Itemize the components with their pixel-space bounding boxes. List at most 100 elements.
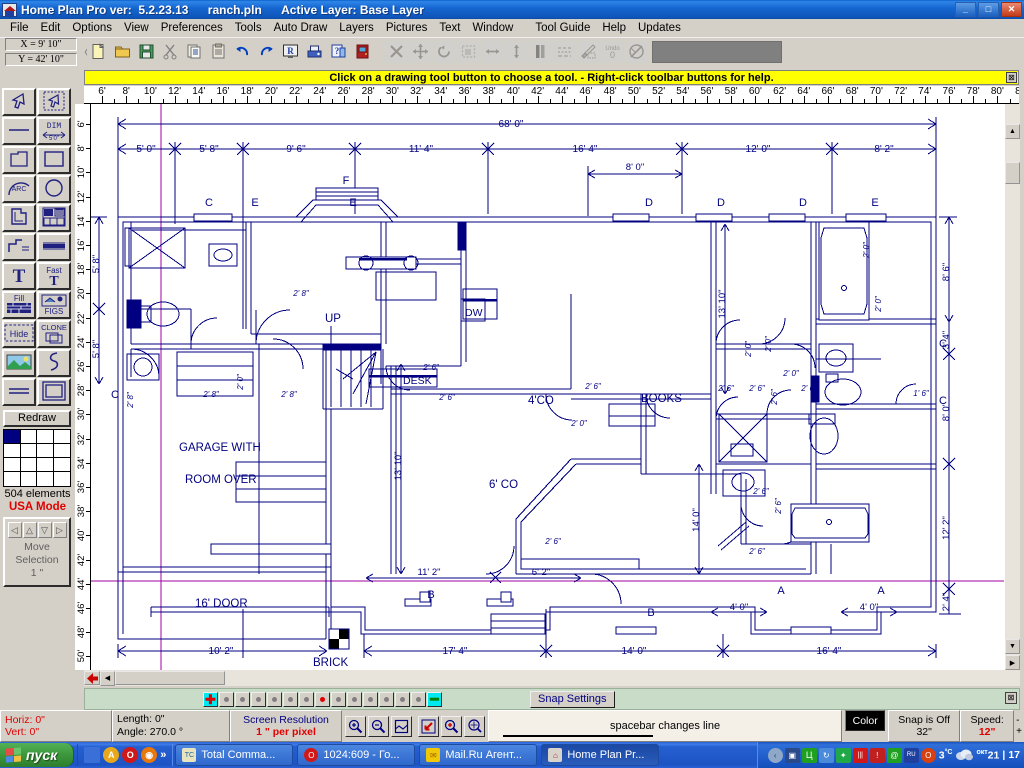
- menu-text[interactable]: Text: [433, 20, 466, 36]
- color-swatch[interactable]: [37, 444, 54, 458]
- delete-button[interactable]: [385, 41, 407, 63]
- tray-opera-icon[interactable]: O: [921, 748, 936, 763]
- tray-clock[interactable]: 17: [1008, 749, 1020, 761]
- tray-at-icon[interactable]: @: [887, 748, 902, 763]
- tool-frame[interactable]: [37, 378, 71, 406]
- floor-plan-drawing[interactable]: 68' 0": [91, 104, 1004, 670]
- color-swatch[interactable]: [4, 458, 21, 472]
- close-button[interactable]: ✕: [1001, 2, 1022, 17]
- scroll-marker-left[interactable]: [84, 671, 100, 685]
- fit-page-button[interactable]: [391, 716, 412, 737]
- line-style-preview[interactable]: spacebar changes line: [488, 710, 842, 742]
- snap-size-dot[interactable]: [219, 692, 234, 707]
- snap-decrease-button[interactable]: ━: [427, 692, 442, 707]
- menu-edit[interactable]: Edit: [35, 20, 67, 36]
- tray-update-icon[interactable]: !: [870, 748, 885, 763]
- tool-stairs[interactable]: [2, 233, 36, 261]
- drawing-canvas[interactable]: 68' 0": [91, 104, 1004, 670]
- taskbtn-home-plan-pro[interactable]: ⌂Home Plan Pr...: [541, 744, 659, 766]
- scroll-down-button[interactable]: ▼: [1005, 639, 1020, 654]
- snap-size-dot[interactable]: [411, 692, 426, 707]
- snap-size-dot[interactable]: [331, 692, 346, 707]
- taskbtn-total-commander[interactable]: TCTotal Comma...: [175, 744, 293, 766]
- speed-readout[interactable]: Speed: 12": [960, 710, 1014, 742]
- horizontal-scrollbar[interactable]: ◀: [84, 670, 1020, 686]
- tray-sync-icon[interactable]: ↻: [819, 748, 834, 763]
- zoom-in-button[interactable]: [345, 716, 366, 737]
- tool-clone[interactable]: CLONE: [37, 320, 71, 348]
- snap-size-dot[interactable]: [251, 692, 266, 707]
- snap-increase-button[interactable]: ✚: [203, 692, 218, 707]
- tray-shield-icon[interactable]: ✦: [836, 748, 851, 763]
- move-left-button[interactable]: ◁: [8, 522, 22, 538]
- taskbtn-opera[interactable]: O1024:609 - Го...: [297, 744, 415, 766]
- cut-button[interactable]: [159, 41, 181, 63]
- redraw-button[interactable]: Redraw: [3, 410, 71, 427]
- close-icon[interactable]: ⊠: [1006, 72, 1017, 83]
- new-file-button[interactable]: [87, 41, 109, 63]
- scroll-left-button[interactable]: ◀: [100, 671, 115, 686]
- menu-preferences[interactable]: Preferences: [155, 20, 229, 36]
- copy-button[interactable]: [183, 41, 205, 63]
- help-button[interactable]: ?: [327, 41, 349, 63]
- tool-select-group[interactable]: [37, 88, 71, 116]
- color-swatch[interactable]: [37, 430, 54, 444]
- move-right-button[interactable]: ▷: [53, 522, 67, 538]
- snap-settings-button[interactable]: Snap Settings: [530, 691, 615, 708]
- zoom-selection-button[interactable]: [441, 716, 462, 737]
- tray-net-icon[interactable]: ▣: [785, 748, 800, 763]
- print-button[interactable]: [303, 41, 325, 63]
- color-swatch[interactable]: [54, 472, 71, 486]
- menu-help[interactable]: Help: [596, 20, 632, 36]
- speed-minus-button[interactable]: -: [1016, 715, 1022, 726]
- register-button[interactable]: R: [279, 41, 301, 63]
- redo-button[interactable]: [255, 41, 277, 63]
- undo-button[interactable]: [231, 41, 253, 63]
- tool-circle[interactable]: [37, 175, 71, 203]
- tool-text[interactable]: T: [2, 262, 36, 290]
- rotate-button[interactable]: [433, 41, 455, 63]
- undo-zero-button[interactable]: Undo0: [601, 41, 623, 63]
- avast-icon[interactable]: A: [103, 747, 119, 763]
- wall-thickness-button[interactable]: [529, 41, 551, 63]
- start-button[interactable]: пуск: [0, 743, 74, 767]
- tool-fast-text[interactable]: FastT: [37, 262, 71, 290]
- snap-size-dot[interactable]: [347, 692, 362, 707]
- no-action-button[interactable]: [625, 41, 647, 63]
- move-up-button[interactable]: △: [23, 522, 37, 538]
- taskbtn-mailru-agent[interactable]: ✉Mail.Ru Агент...: [419, 744, 537, 766]
- tray-punto-icon[interactable]: Ц: [802, 748, 817, 763]
- show-desktop-icon[interactable]: [84, 747, 100, 763]
- tool-polygon[interactable]: [2, 146, 36, 174]
- move-button[interactable]: [409, 41, 431, 63]
- save-file-button[interactable]: [135, 41, 157, 63]
- line-style-button[interactable]: [553, 41, 575, 63]
- menu-auto-draw[interactable]: Auto Draw: [268, 20, 334, 36]
- snap-size-dot[interactable]: [267, 692, 282, 707]
- snap-size-dot[interactable]: [235, 692, 250, 707]
- open-file-button[interactable]: [111, 41, 133, 63]
- snap-state-readout[interactable]: Snap is Off 32": [888, 710, 960, 742]
- tray-equalizer-icon[interactable]: |||: [853, 748, 868, 763]
- tray-keyboard-icon[interactable]: RU: [904, 748, 919, 763]
- tool-freehand[interactable]: [37, 349, 71, 377]
- zoom-out-button[interactable]: [368, 716, 389, 737]
- color-swatch[interactable]: [54, 430, 71, 444]
- close-icon[interactable]: ⊠: [1005, 692, 1017, 704]
- color-swatch[interactable]: [37, 472, 54, 486]
- color-button[interactable]: Color: [845, 710, 885, 731]
- menu-window[interactable]: Window: [466, 20, 519, 36]
- tool-select-pointer[interactable]: [2, 88, 36, 116]
- menu-updates[interactable]: Updates: [632, 20, 687, 36]
- paint-button[interactable]: [577, 41, 599, 63]
- tool-fill[interactable]: Fill: [2, 291, 36, 319]
- paste-button[interactable]: [207, 41, 229, 63]
- color-swatch[interactable]: [21, 430, 38, 444]
- color-swatch-grid[interactable]: [3, 429, 71, 487]
- chevron-right-icon[interactable]: »: [160, 749, 166, 761]
- tool-double-line[interactable]: [2, 378, 36, 406]
- menu-tool-guide[interactable]: Tool Guide: [529, 20, 596, 36]
- snap-size-dot[interactable]: [299, 692, 314, 707]
- menu-pictures[interactable]: Pictures: [380, 20, 434, 36]
- color-swatch[interactable]: [21, 472, 38, 486]
